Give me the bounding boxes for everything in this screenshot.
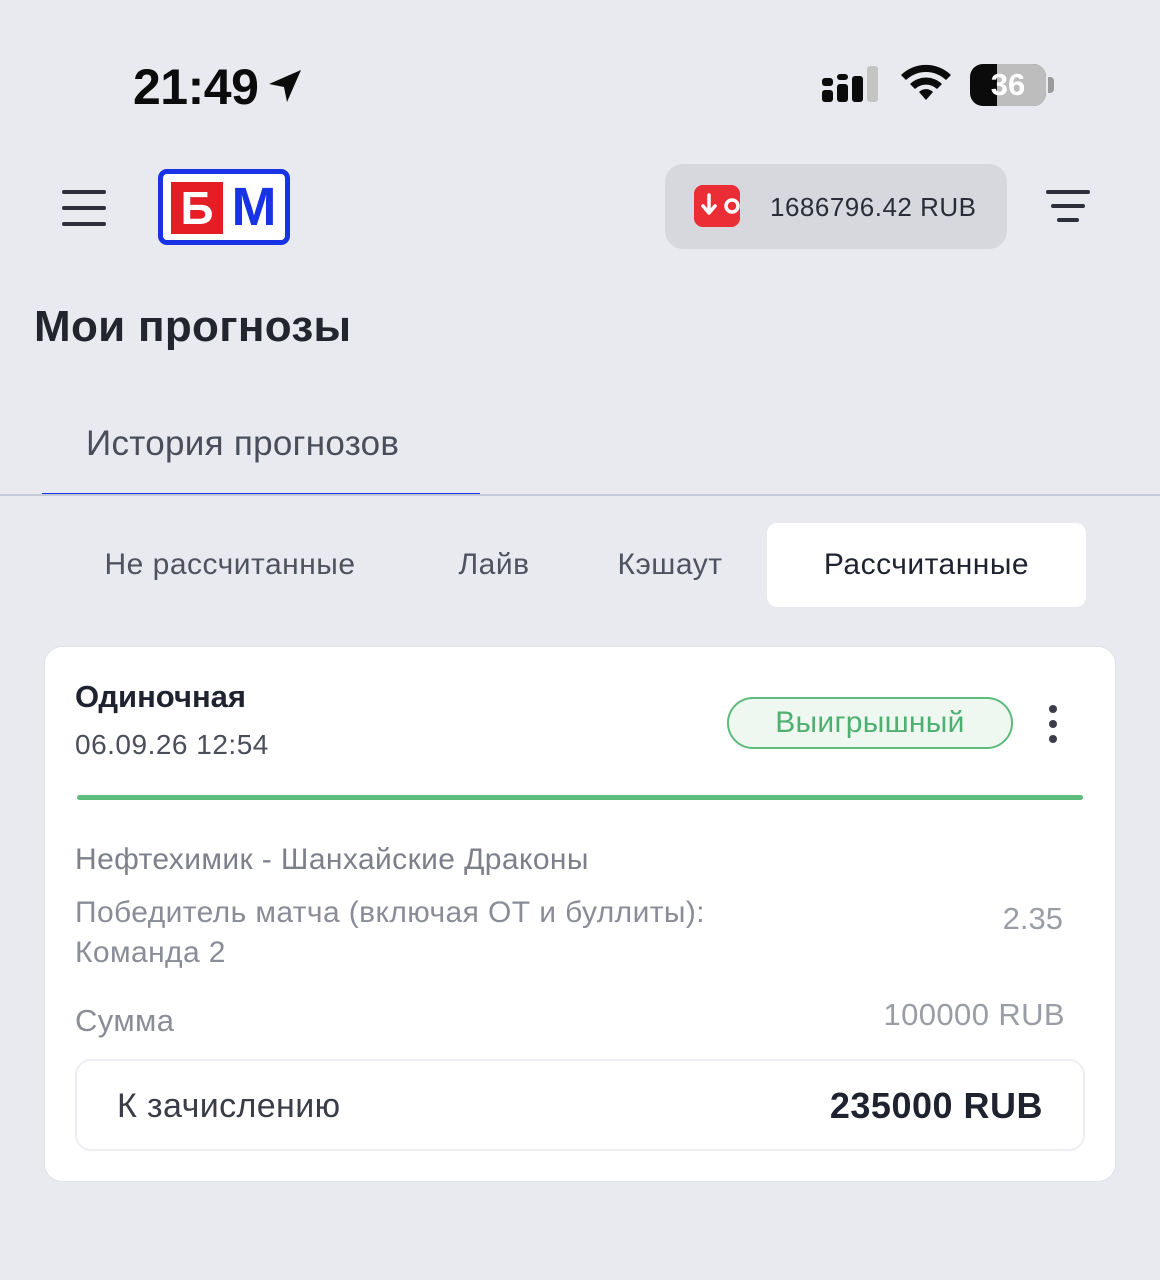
status-bar: 21:49 36: [0, 0, 1160, 150]
battery-level: 36: [990, 67, 1026, 102]
match-name: Нефтехимик - Шанхайские Драконы: [75, 843, 589, 876]
filter-live[interactable]: Лайв: [424, 523, 564, 607]
battery-tip: [1048, 77, 1054, 93]
logo-letter-left: Б: [171, 182, 223, 234]
bet-card[interactable]: Одиночная 06.09.26 12:54 Выигрышный Нефт…: [44, 646, 1116, 1182]
payout-value: 235000 RUB: [829, 1085, 1043, 1126]
filter-unsettled[interactable]: Не рассчитанные: [62, 523, 398, 607]
page-title: Мои прогнозы: [34, 302, 352, 351]
status-badge: Выигрышный: [727, 697, 1013, 749]
market-description: Победитель матча (включая ОТ и буллиты):…: [75, 896, 705, 969]
wallet-balance-button[interactable]: 1686796.42 RUB: [665, 164, 1007, 249]
filter-cashout[interactable]: Кэшаут: [592, 523, 748, 607]
wallet-icon: [694, 185, 740, 227]
stake-label: Сумма: [75, 1003, 175, 1038]
tab-label: История прогнозов: [86, 424, 400, 463]
payout-label: К зачислению: [117, 1087, 341, 1125]
wallet-amount: 1686796.42 RUB: [770, 192, 977, 222]
bet-progress-track: [77, 795, 1083, 800]
status-time: 21:49: [133, 59, 259, 115]
signal-icon: [822, 66, 878, 102]
stake-value: 100000 RUB: [883, 997, 1065, 1032]
bet-type: Одиночная: [75, 679, 247, 714]
location-arrow-icon: [269, 70, 301, 102]
more-vertical-icon[interactable]: [1043, 703, 1063, 745]
filter-lines-icon[interactable]: [1046, 188, 1090, 226]
battery-icon: 36: [970, 64, 1046, 106]
payout-box: К зачислению 235000 RUB: [75, 1059, 1085, 1151]
tab-history[interactable]: История прогнозов: [42, 410, 480, 496]
bet-date: 06.09.26 12:54: [75, 729, 269, 760]
bet-progress-fill: [77, 795, 1083, 800]
hamburger-menu-icon[interactable]: [62, 190, 108, 226]
wifi-icon: [901, 64, 951, 100]
logo[interactable]: Б М: [158, 169, 290, 245]
logo-letter-right: М: [231, 177, 277, 237]
filter-settled[interactable]: Рассчитанные: [767, 523, 1086, 607]
tab-divider: [0, 494, 1160, 496]
odds-value: 2.35: [1002, 901, 1063, 936]
